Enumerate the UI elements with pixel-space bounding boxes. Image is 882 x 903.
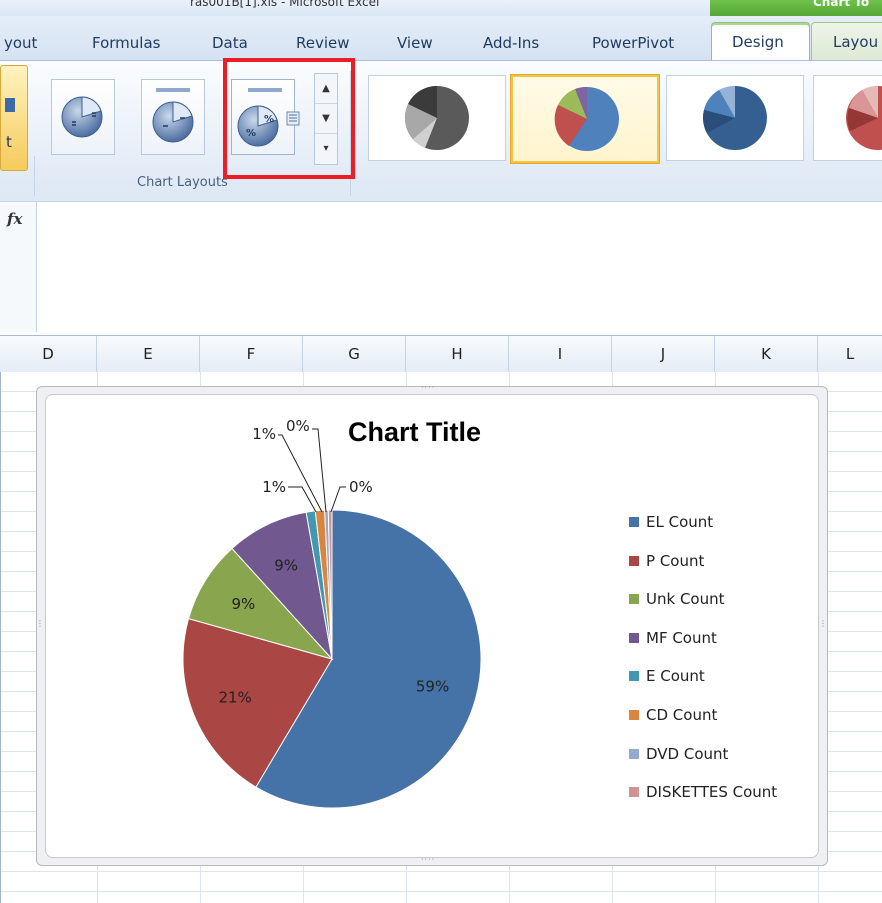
leader-line [330, 486, 346, 513]
fx-icon: fx [7, 210, 23, 228]
legend-label: P Count [646, 551, 705, 570]
column-header[interactable]: E [97, 336, 200, 372]
chart-tools-label: Chart To [813, 0, 870, 9]
legend-swatch [629, 748, 639, 759]
column-header-row: D E F G H I J K L [0, 335, 882, 373]
formula-input[interactable] [38, 204, 878, 332]
chart-layout-1-button[interactable] [51, 79, 115, 155]
change-chart-type-button[interactable]: t [0, 65, 28, 171]
column-header[interactable]: L [818, 336, 882, 372]
chart-type-icon [5, 98, 15, 112]
column-header[interactable]: I [509, 336, 612, 372]
column-header[interactable]: D [0, 336, 97, 372]
leader-line [312, 428, 327, 513]
chart-style-4-thumbnail[interactable] [813, 75, 882, 161]
data-label[interactable]: 21% [218, 689, 251, 707]
tab-view[interactable]: View [397, 34, 433, 52]
legend-label: DISKETTES Count [646, 783, 778, 802]
column-header[interactable]: K [715, 336, 818, 372]
tab-layout[interactable]: Layou [811, 22, 882, 61]
chart-style-2-thumbnail[interactable] [511, 75, 659, 163]
data-label[interactable]: 9% [231, 595, 255, 613]
pie-style-color-icon [554, 86, 619, 151]
legend-swatch [629, 787, 639, 798]
data-label[interactable]: 59% [416, 678, 449, 696]
resize-handle-left[interactable]: ⋮ [36, 619, 45, 628]
chart-layout-2-button[interactable] [141, 79, 205, 155]
legend-swatch [629, 594, 639, 605]
leader-line [278, 434, 323, 513]
pie-style-grey-icon [404, 85, 469, 150]
tab-page-layout[interactable]: yout [4, 34, 37, 52]
tab-powerpivot[interactable]: PowerPivot [592, 34, 674, 52]
annotation-highlight-box [223, 58, 355, 179]
data-label[interactable]: 0% [349, 478, 373, 496]
data-label[interactable]: 0% [286, 417, 310, 435]
tab-layout-label: Layou [833, 33, 879, 51]
legend-swatch [629, 555, 639, 566]
resize-handle-right[interactable]: ⋮ [819, 619, 828, 628]
change-chart-type-label: t [6, 133, 12, 151]
pie-layout-1-icon [61, 96, 103, 138]
tab-formulas[interactable]: Formulas [92, 34, 160, 52]
pie-layout-2-icon [152, 88, 194, 143]
legend-swatch [629, 710, 639, 720]
formula-bar: fx [0, 201, 882, 334]
chart-style-1-thumbnail[interactable] [368, 75, 506, 161]
column-header[interactable]: J [612, 336, 715, 372]
legend-swatch [629, 517, 639, 527]
ribbon-design: t % % ▲ ▼ ▾ Chart Layouts [0, 60, 882, 202]
group-divider [34, 156, 35, 196]
leader-line [288, 486, 317, 513]
column-header[interactable]: F [200, 336, 303, 372]
pie-style-blue-icon [703, 85, 767, 150]
legend-label: CD Count [646, 706, 718, 724]
tab-review[interactable]: Review [296, 34, 350, 52]
legend-label: E Count [646, 667, 705, 686]
legend-label: MF Count [646, 628, 717, 647]
tab-design-label: Design [732, 33, 784, 51]
chart-layouts-group-label: Chart Layouts [137, 175, 228, 190]
tab-data[interactable]: Data [212, 34, 248, 52]
resize-handle-top[interactable]: ···· [421, 383, 435, 392]
data-label[interactable]: 1% [252, 425, 276, 443]
pie-style-red-icon [846, 85, 882, 150]
legend-label: Unk Count [646, 590, 725, 609]
insert-function-button[interactable]: fx [0, 202, 37, 332]
tab-addins[interactable]: Add-Ins [483, 34, 539, 52]
chart-area[interactable]: Chart Title 59% 21% 9% 9% 1% 1% 0% 0% EL Count P… [45, 394, 819, 858]
chart-style-3-thumbnail[interactable] [666, 75, 804, 161]
legend-swatch [629, 632, 639, 643]
legend-label: EL Count [646, 513, 714, 531]
legend-label: DVD Count [646, 744, 729, 763]
legend-swatch [629, 671, 639, 682]
window-title: ras001B[1].xls - Microsoft Excel [190, 0, 380, 9]
data-label[interactable]: 1% [262, 478, 286, 496]
column-header[interactable]: G [303, 336, 406, 372]
tab-design[interactable]: Design [711, 22, 810, 61]
column-header[interactable]: H [406, 336, 509, 372]
data-label[interactable]: 9% [274, 556, 298, 574]
